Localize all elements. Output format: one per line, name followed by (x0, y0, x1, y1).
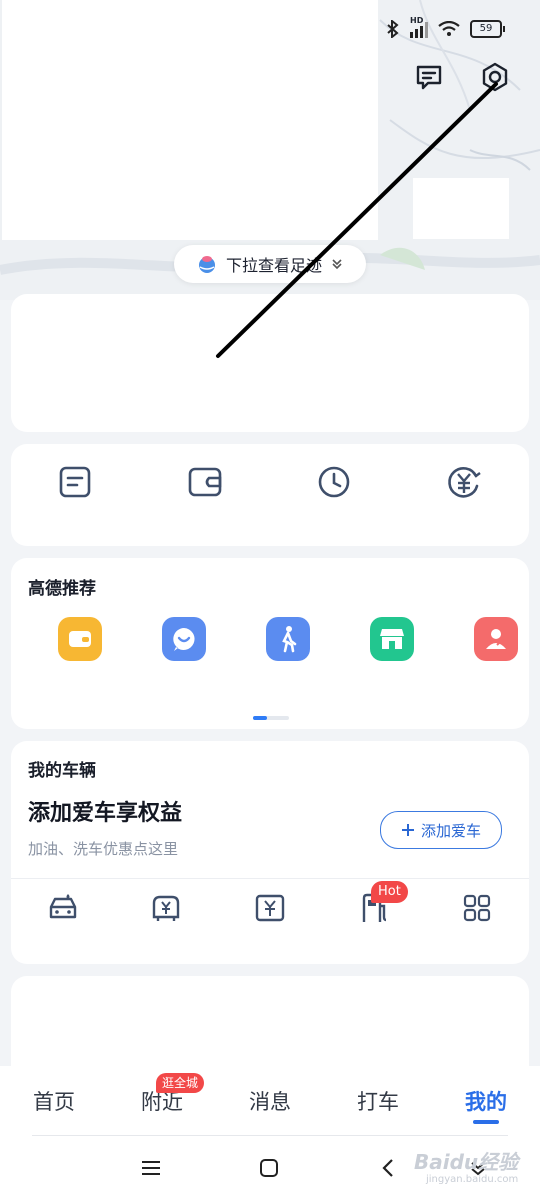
history-clock-icon[interactable] (314, 462, 354, 502)
car-finance-icon[interactable] (146, 888, 186, 928)
page-indicator (253, 716, 289, 720)
profile-card[interactable] (11, 294, 529, 432)
add-car-button[interactable]: 添加爱车 (380, 811, 502, 849)
tab-home[interactable]: 首页 (33, 1086, 75, 1116)
assistant-app-icon[interactable] (162, 617, 206, 661)
network-type-label: HD (410, 16, 424, 25)
redacted-area (2, 0, 378, 240)
yuan-refund-icon[interactable] (444, 462, 484, 502)
double-chevron-down-icon (332, 259, 342, 270)
vehicle-subtitle: 加油、洗车优惠点这里 (28, 840, 179, 858)
footprint-label: 下拉查看足迹 (225, 256, 322, 275)
wallet-icon[interactable] (185, 462, 225, 502)
nearby-badge: 逛全城 (156, 1073, 205, 1093)
signal-icon: HD (410, 16, 428, 38)
home-button-icon[interactable] (253, 1152, 285, 1184)
vehicle-title: 我的车辆 (28, 761, 96, 781)
wallet-app-icon[interactable] (58, 617, 102, 661)
redacted-area (413, 178, 509, 239)
menu-icon[interactable] (135, 1152, 167, 1184)
walking-app-icon[interactable] (266, 617, 310, 661)
tab-taxi[interactable]: 打车 (357, 1086, 399, 1116)
footprint-globe-icon (198, 256, 215, 273)
back-icon[interactable] (372, 1152, 404, 1184)
active-tab-indicator (473, 1120, 499, 1124)
orders-icon[interactable] (55, 462, 95, 502)
battery-indicator: 59 (470, 20, 505, 38)
hot-badge: Hot (371, 881, 408, 903)
recommend-title: 高德推荐 (28, 579, 96, 599)
car-wash-icon[interactable] (43, 888, 83, 928)
wifi-icon (438, 21, 460, 36)
footprint-pull-button[interactable]: 下拉查看足迹 (174, 245, 366, 283)
add-car-label: 添加爱车 (420, 821, 481, 840)
settings-icon[interactable] (478, 60, 512, 94)
message-icon[interactable] (412, 60, 446, 94)
tab-messages[interactable]: 消息 (249, 1086, 291, 1116)
tab-mine[interactable]: 我的 (465, 1086, 507, 1116)
divider (11, 878, 529, 879)
status-bar: HD 59 (386, 14, 505, 44)
store-app-icon[interactable] (370, 617, 414, 661)
more-apps-grid-icon[interactable] (457, 888, 497, 928)
watermark-logo: Baidu经验 (414, 1150, 519, 1174)
bluetooth-icon (387, 20, 399, 38)
yuan-card-icon[interactable] (250, 888, 290, 928)
watermark-url: jingyan.baidu.com (426, 1174, 519, 1185)
vehicle-headline: 添加爱车享权益 (28, 801, 183, 826)
plus-icon (401, 824, 414, 836)
user-service-app-icon[interactable] (474, 617, 518, 661)
